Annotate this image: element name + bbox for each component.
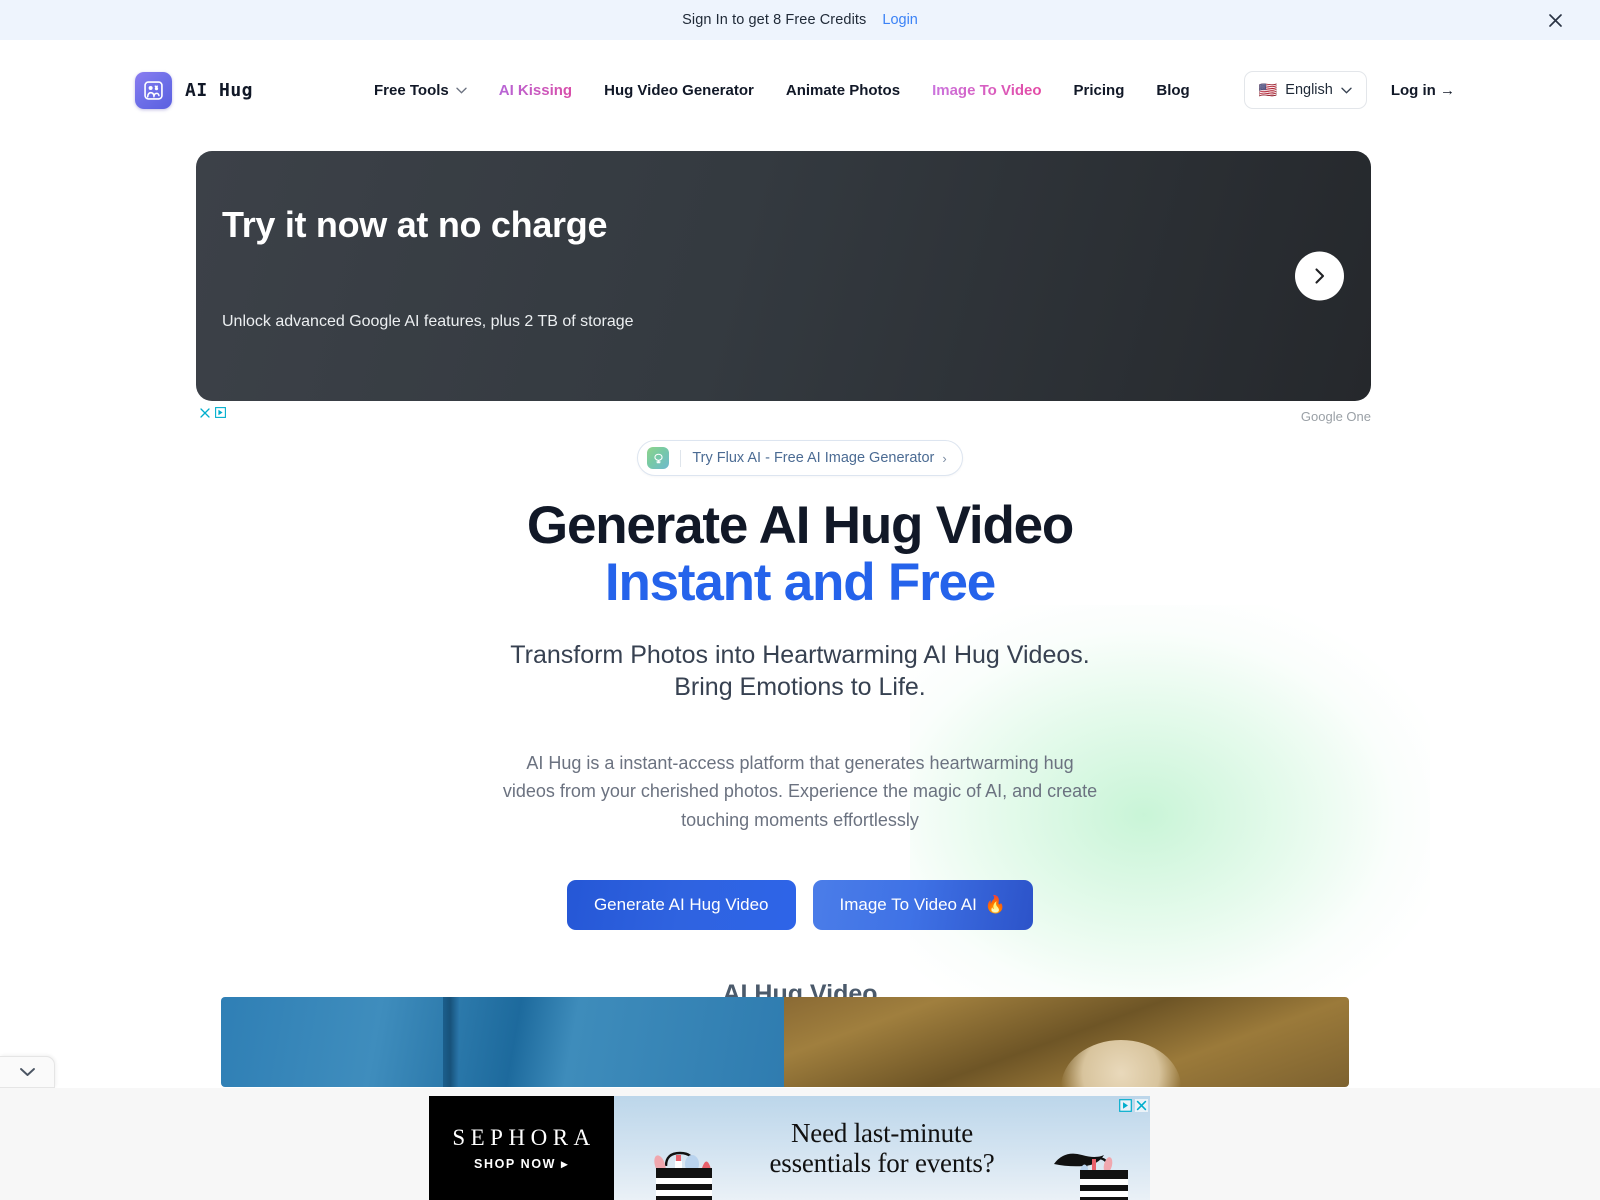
nav-right-group: 🇺🇸 English Log in → bbox=[1243, 71, 1455, 109]
shopping-bag-right-icon bbox=[1054, 1153, 1128, 1200]
nav-item-label: Free Tools bbox=[374, 81, 449, 99]
nav-item-pricing[interactable]: Pricing bbox=[1058, 82, 1141, 99]
main-navigation: AI Hug Free Tools AI Kissing Hug Video G… bbox=[0, 40, 1600, 140]
brand-logo-link[interactable]: AI Hug bbox=[135, 71, 254, 109]
close-icon[interactable] bbox=[1544, 9, 1566, 31]
flux-promo-badge[interactable]: Try Flux AI - Free AI Image Generator › bbox=[637, 440, 963, 476]
nav-item-free-tools[interactable]: Free Tools bbox=[358, 82, 483, 99]
page-subtitle-line2: Bring Emotions to Life. bbox=[674, 673, 926, 702]
language-selector[interactable]: 🇺🇸 English bbox=[1243, 71, 1367, 109]
nav-item-hug-video-generator[interactable]: Hug Video Generator bbox=[588, 82, 770, 99]
page-title: Generate AI Hug Video Instant and Free bbox=[0, 496, 1600, 612]
chevron-down-icon bbox=[19, 1068, 35, 1076]
nav-item-image-to-video[interactable]: Image To Video bbox=[916, 82, 1057, 99]
sephora-ad-art: Need last-minute essentials for events? bbox=[614, 1096, 1150, 1200]
page-subtitle: Transform Photos into Heartwarming AI Hu… bbox=[0, 639, 1600, 703]
announcement-text: Sign In to get 8 Free Credits bbox=[682, 12, 867, 28]
flux-promo-text: Try Flux AI - Free AI Image Generator bbox=[692, 450, 935, 466]
announcement-login-link[interactable]: Login bbox=[882, 12, 917, 28]
page-root: Sign In to get 8 Free Credits Login AI H… bbox=[0, 0, 1600, 1200]
sephora-headline: Need last-minute essentials for events? bbox=[769, 1118, 994, 1178]
ad-subtitle: Unlock advanced Google AI features, plus… bbox=[222, 313, 634, 330]
badge-divider bbox=[680, 449, 682, 467]
sephora-ad-controls bbox=[1119, 1099, 1148, 1112]
page-title-line2: Instant and Free bbox=[604, 552, 996, 612]
chevron-down-icon bbox=[456, 87, 467, 94]
brand-name: AI Hug bbox=[185, 79, 254, 101]
video-gallery bbox=[221, 997, 1349, 1087]
us-flag-icon: 🇺🇸 bbox=[1258, 81, 1278, 99]
hero-section: Try Flux AI - Free AI Image Generator › … bbox=[0, 440, 1600, 1060]
chevron-right-icon bbox=[1315, 268, 1325, 284]
ad-title: Try it now at no charge bbox=[222, 204, 608, 245]
sephora-shop-now-label[interactable]: SHOP NOW ▸ bbox=[474, 1156, 569, 1171]
page-subtitle-line1: Transform Photos into Heartwarming AI Hu… bbox=[510, 641, 1090, 670]
login-button[interactable]: Log in → bbox=[1391, 82, 1455, 99]
sephora-brand-name: SEPHORA bbox=[452, 1125, 596, 1150]
video-thumbnail-blue-door[interactable] bbox=[221, 997, 784, 1087]
chevron-right-icon: › bbox=[942, 450, 947, 466]
ad-provider-label: Google One bbox=[1300, 409, 1371, 424]
hug-logo-icon bbox=[135, 71, 172, 109]
generate-ai-hug-video-button[interactable]: Generate AI Hug Video bbox=[566, 879, 796, 930]
nav-item-animate-photos[interactable]: Animate Photos bbox=[770, 82, 916, 99]
close-icon[interactable] bbox=[1135, 1099, 1148, 1112]
sephora-sticky-ad[interactable]: SEPHORA SHOP NOW ▸ Need last-minute esse… bbox=[429, 1096, 1150, 1200]
shopping-bag-left-icon bbox=[654, 1151, 712, 1200]
image-to-video-ai-button[interactable]: Image To Video AI 🔥 bbox=[812, 879, 1034, 930]
chevron-down-icon bbox=[1341, 87, 1352, 94]
nav-item-blog[interactable]: Blog bbox=[1140, 82, 1205, 99]
page-title-line1: Generate AI Hug Video bbox=[526, 496, 1074, 555]
sephora-brand-panel: SEPHORA SHOP NOW ▸ bbox=[429, 1096, 614, 1200]
adchoices-icon[interactable] bbox=[1119, 1099, 1132, 1112]
announcement-bar: Sign In to get 8 Free Credits Login bbox=[0, 0, 1600, 40]
google-one-ad-card[interactable]: Try it now at no charge Unlock advanced … bbox=[196, 151, 1371, 401]
video-thumbnail-grass-field[interactable] bbox=[784, 997, 1349, 1087]
nav-links: Free Tools AI Kissing Hug Video Generato… bbox=[358, 82, 1206, 99]
cta-button-row: Generate AI Hug Video Image To Video AI … bbox=[0, 879, 1600, 930]
sephora-headline-line1: Need last-minute bbox=[791, 1117, 973, 1148]
collapse-panel-toggle[interactable] bbox=[0, 1056, 55, 1088]
sephora-headline-line2: essentials for events? bbox=[769, 1148, 995, 1178]
page-description: AI Hug is a instant-access platform that… bbox=[502, 753, 1098, 830]
flux-tree-icon bbox=[647, 447, 670, 469]
fire-icon: 🔥 bbox=[984, 894, 1007, 914]
ad-next-button[interactable] bbox=[1295, 251, 1344, 301]
language-label: English bbox=[1285, 82, 1333, 98]
image-to-video-ai-label: Image To Video AI bbox=[839, 894, 977, 914]
nav-item-ai-kissing[interactable]: AI Kissing bbox=[483, 82, 588, 99]
adchoices-icon[interactable] bbox=[200, 407, 226, 418]
ad-meta-row: Google One bbox=[196, 401, 1371, 431]
ad-banner-region: Try it now at no charge Unlock advanced … bbox=[196, 151, 1371, 431]
